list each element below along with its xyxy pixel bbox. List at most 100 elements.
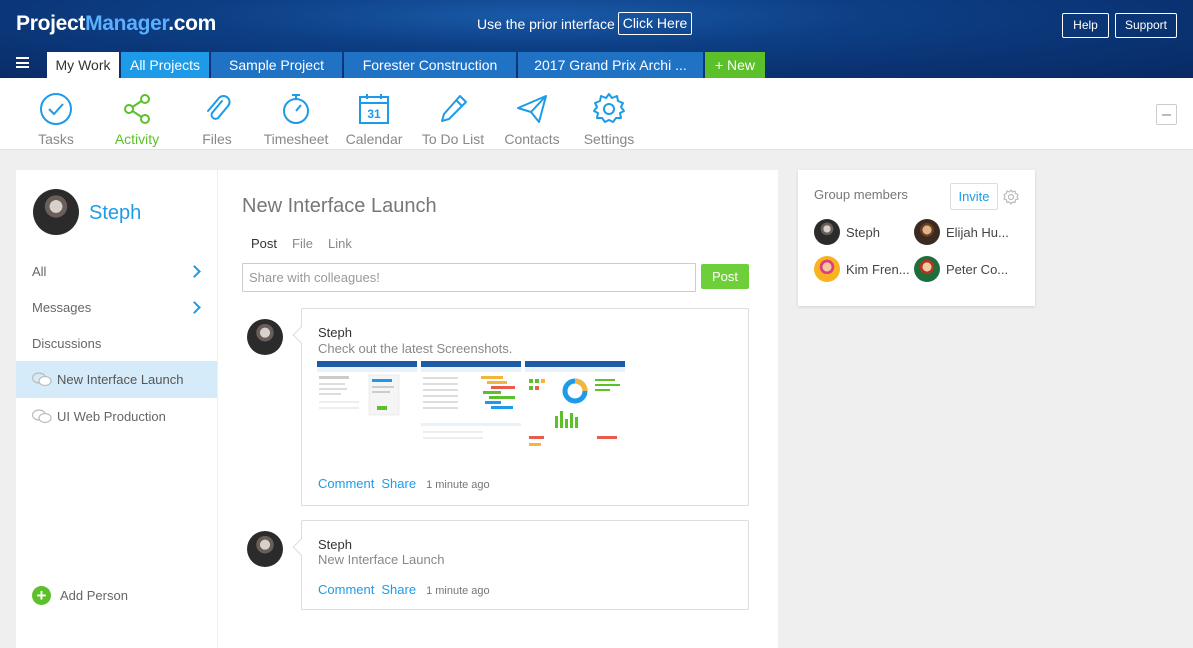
screenshot-preview-image xyxy=(421,361,521,439)
post-author-avatar xyxy=(247,319,283,355)
nav-all[interactable]: All xyxy=(32,264,212,279)
click-here-button[interactable]: Click Here xyxy=(618,12,692,35)
chat-bubbles-icon xyxy=(32,372,52,387)
post-text: New Interface Launch xyxy=(318,552,445,567)
comment-link[interactable]: Comment xyxy=(318,582,374,597)
chat-bubbles-icon xyxy=(32,409,52,424)
contacts-label: Contacts xyxy=(504,131,560,147)
left-sidebar: Steph All Messages Discussions New Inter… xyxy=(16,170,217,648)
post-timestamp: 1 minute ago xyxy=(426,585,490,597)
timesheet-tool[interactable]: Timesheet xyxy=(262,92,330,147)
tab-all-projects[interactable]: All Projects xyxy=(121,52,209,78)
calendar-day-number: 31 xyxy=(367,107,381,121)
discussion-new-interface-launch[interactable]: New Interface Launch xyxy=(16,361,217,398)
member-elijah[interactable]: Elijah Hu... xyxy=(914,219,1024,245)
user-name[interactable]: Steph xyxy=(89,202,141,225)
help-button[interactable]: Help xyxy=(1062,13,1109,38)
module-toolbar: Tasks Activity Files Timesheet 31 Calend… xyxy=(0,78,1193,150)
pencil-icon xyxy=(441,95,467,122)
new-project-button[interactable]: + New xyxy=(705,52,765,78)
logo-suffix: .com xyxy=(168,12,217,35)
calendar-label: Calendar xyxy=(345,131,403,147)
logo[interactable]: ProjectManager.com xyxy=(16,12,216,36)
share-link[interactable]: Share xyxy=(381,582,416,597)
screenshot-thumbnail[interactable] xyxy=(525,361,625,461)
screenshot-thumbnail[interactable] xyxy=(421,361,521,461)
stopwatch-icon xyxy=(283,94,309,124)
paper-plane-icon xyxy=(517,95,547,123)
screenshot-thumbnail[interactable] xyxy=(317,361,417,461)
group-members-panel: Group members Invite Steph Elijah Hu... … xyxy=(798,170,1035,306)
paperclip-icon xyxy=(207,95,231,120)
calendar-tool[interactable]: 31 Calendar xyxy=(345,92,403,147)
nav-messages-label: Messages xyxy=(32,300,92,315)
support-button[interactable]: Support xyxy=(1115,13,1177,38)
nav-messages[interactable]: Messages xyxy=(32,300,212,315)
todo-label: To Do List xyxy=(421,131,485,147)
add-person-label: Add Person xyxy=(60,588,128,603)
post-timestamp: 1 minute ago xyxy=(426,479,490,491)
invite-button[interactable]: Invite xyxy=(950,183,998,210)
post-card: Steph Check out the latest Screenshots. xyxy=(301,308,749,506)
files-label: Files xyxy=(202,131,232,147)
check-circle-icon xyxy=(40,93,72,125)
gear-icon[interactable] xyxy=(1003,189,1019,205)
member-name: Kim Fren... xyxy=(846,262,910,277)
collapse-toolbar-button[interactable] xyxy=(1156,104,1177,125)
post-actions: Comment Share 1 minute ago xyxy=(318,476,490,491)
member-avatar xyxy=(914,219,940,245)
post-card: Steph New Interface Launch Comment Share 1… xyxy=(301,520,749,610)
logo-prefix: Project xyxy=(16,12,86,35)
discussion-title: New Interface Launch xyxy=(242,195,437,217)
member-steph[interactable]: Steph xyxy=(814,219,924,245)
share-input[interactable] xyxy=(242,263,696,292)
screenshot-preview-image xyxy=(317,361,417,416)
activity-tool[interactable]: Activity xyxy=(112,92,162,147)
post-text: Check out the latest Screenshots. xyxy=(318,341,513,356)
menu-icon[interactable] xyxy=(16,57,29,68)
timesheet-label: Timesheet xyxy=(263,131,329,147)
tasks-label: Tasks xyxy=(38,131,74,147)
discussions-heading: Discussions xyxy=(32,336,102,351)
tab-file[interactable]: File xyxy=(292,236,313,251)
member-peter[interactable]: Peter Co... xyxy=(914,256,1024,282)
share-link[interactable]: Share xyxy=(381,476,416,491)
post-author[interactable]: Steph xyxy=(318,325,352,340)
prior-interface-text: Use the prior interface xyxy=(477,16,615,32)
share-nodes-icon xyxy=(124,94,150,124)
gear-icon xyxy=(593,93,625,123)
discussion-label: UI Web Production xyxy=(57,409,166,424)
todo-tool[interactable]: To Do List xyxy=(420,92,486,147)
activity-label: Activity xyxy=(114,131,160,147)
discussion-ui-web-production[interactable]: UI Web Production xyxy=(16,398,217,435)
plus-icon: + xyxy=(32,586,51,605)
post-button[interactable]: Post xyxy=(701,264,749,289)
tasks-tool[interactable]: Tasks xyxy=(36,92,76,147)
discussion-feed: New Interface Launch Post File Link Post… xyxy=(217,170,778,648)
files-tool[interactable]: Files xyxy=(200,92,234,147)
tab-post[interactable]: Post xyxy=(251,236,277,251)
member-name: Peter Co... xyxy=(946,262,1009,277)
member-avatar xyxy=(814,256,840,282)
tab-sample-project[interactable]: Sample Project xyxy=(211,52,342,78)
tab-my-work[interactable]: My Work xyxy=(47,52,119,78)
member-avatar xyxy=(914,256,940,282)
tab-link[interactable]: Link xyxy=(328,236,352,251)
contacts-tool[interactable]: Contacts xyxy=(503,92,561,147)
settings-tool[interactable]: Settings xyxy=(582,92,636,147)
comment-link[interactable]: Comment xyxy=(318,476,374,491)
member-avatar xyxy=(814,219,840,245)
post-actions: Comment Share 1 minute ago xyxy=(318,582,490,597)
post-author[interactable]: Steph xyxy=(318,537,352,552)
tab-forester-construction[interactable]: Forester Construction xyxy=(344,52,516,78)
nav-all-label: All xyxy=(32,264,47,279)
member-kim[interactable]: Kim Fren... xyxy=(814,256,924,282)
calendar-icon: 31 xyxy=(359,94,389,124)
member-name: Steph xyxy=(846,225,880,240)
tab-grand-prix[interactable]: 2017 Grand Prix Archi ... xyxy=(518,52,703,78)
user-avatar xyxy=(33,189,79,235)
group-members-title: Group members xyxy=(814,187,908,202)
settings-label: Settings xyxy=(583,131,635,147)
member-name: Elijah Hu... xyxy=(946,225,1009,240)
post-author-avatar xyxy=(247,531,283,567)
